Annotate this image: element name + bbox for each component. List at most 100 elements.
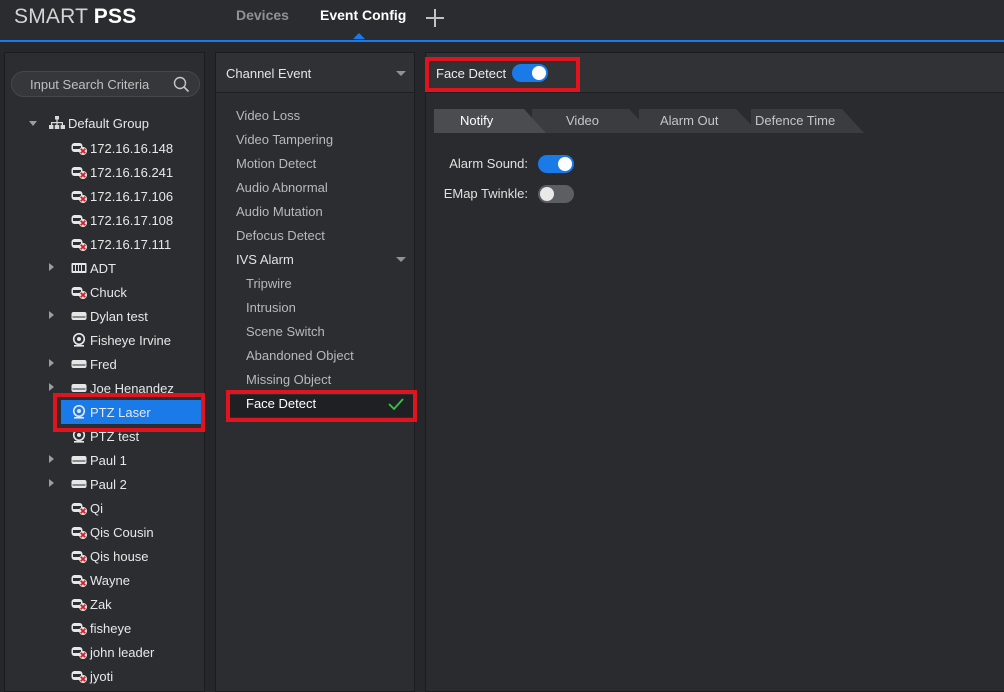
nvr-offline-icon [71,215,87,227]
expand-arrow-icon[interactable] [49,383,54,391]
tree-device-item[interactable]: Qi [71,497,103,519]
nvr-icon [71,384,87,392]
group-tree-icon [49,116,65,129]
emap-twinkle-label: EMap Twinkle: [443,186,528,201]
check-icon [388,398,404,411]
search-box [11,71,200,97]
collapse-arrow-icon[interactable] [29,120,37,126]
tab-notify[interactable]: Notify [434,109,546,133]
emap-twinkle-toggle[interactable] [538,185,574,203]
tree-device-label: Qis Cousin [90,524,154,540]
camera-icon [72,405,86,419]
tree-device-item[interactable]: 172.16.17.108 [71,209,173,231]
chevron-down-icon[interactable] [396,257,406,262]
tree-device-label: Qis house [90,548,149,564]
tree-device-label: Chuck [90,284,127,300]
event-tripwire[interactable]: Tripwire [246,276,292,291]
tree-device-item[interactable]: Fisheye Irvine [71,329,171,351]
tree-device-item[interactable]: Wayne [71,569,130,591]
tree-device-label: ADT [90,260,116,276]
nvr-offline-icon [71,647,87,659]
expand-arrow-icon[interactable] [49,263,54,271]
tree-device-item[interactable]: Chuck [71,281,127,303]
alarm-sound-toggle[interactable] [538,155,574,173]
tree-device-label: jyoti [90,668,114,684]
event-video-tampering[interactable]: Video Tampering [236,132,333,147]
device-tree-panel: Default Group 172.16.16.148 172.16.16.241… [4,52,205,692]
expand-arrow-icon[interactable] [49,311,54,319]
event-list-panel: Channel Event Video Loss Video Tampering… [215,52,415,692]
expand-arrow-icon[interactable] [49,479,54,487]
tree-device-item[interactable]: 172.16.16.148 [71,137,173,159]
dvr-icon [71,263,87,273]
nvr-offline-icon [71,671,87,683]
tab-defence-time[interactable]: Defence Time [751,109,864,133]
app-logo: SMART PSS [14,5,137,28]
tree-device-item[interactable]: 172.16.17.106 [71,185,173,207]
tree-device-item[interactable]: john leader [71,641,154,663]
tree-device-item[interactable]: 172.16.16.241 [71,161,173,183]
tree-device-item[interactable]: 172.16.17.111 [71,233,171,255]
alarm-sound-label: Alarm Sound: [449,156,528,171]
nvr-offline-icon [71,551,87,563]
tree-device-label: Joe Henandez [90,380,174,396]
face-detect-enable-toggle[interactable] [512,64,548,82]
tree-device-item[interactable]: jyoti [71,665,113,687]
channel-event-header[interactable]: Channel Event [216,53,414,93]
nvr-offline-icon [71,599,87,611]
tree-device-item[interactable]: fisheye [71,617,131,639]
tree-device-label: PTZ test [90,428,140,444]
event-group-ivs-alarm[interactable]: IVS Alarm [236,252,294,267]
tree-device-item[interactable]: Qis house [71,545,149,567]
event-motion-detect[interactable]: Motion Detect [236,156,316,171]
chevron-down-icon[interactable] [396,71,406,76]
search-input[interactable] [30,75,170,93]
event-audio-abnormal[interactable]: Audio Abnormal [236,180,328,195]
event-video-loss[interactable]: Video Loss [236,108,300,123]
nvr-icon [71,360,87,368]
tree-device-label: john leader [90,644,155,660]
nvr-icon [71,456,87,464]
tree-device-item[interactable]: Zak [71,593,112,615]
tab-video[interactable]: Video [546,109,646,133]
tree-device-label: Fred [90,356,117,372]
expand-arrow-icon[interactable] [49,359,54,367]
tab-devices[interactable]: Devices [236,7,289,23]
tree-device-label: 172.16.17.106 [90,188,174,204]
tree-device-item[interactable]: ADT [71,257,116,279]
tree-device-item[interactable]: Paul 1 [71,449,127,471]
tree-device-item[interactable]: Dylan test [71,305,148,327]
tree-root-default-group[interactable]: Default Group [29,112,149,134]
nvr-offline-icon [71,503,87,515]
tab-alarm-out[interactable]: Alarm Out [646,109,751,133]
nvr-offline-icon [71,167,87,179]
nvr-offline-icon [71,143,87,155]
event-abandoned-object[interactable]: Abandoned Object [246,348,354,363]
tree-device-item[interactable]: Qis Cousin [71,521,154,543]
event-audio-mutation[interactable]: Audio Mutation [236,204,323,219]
tree-device-item[interactable]: Joe Henandez [71,377,174,399]
event-intrusion[interactable]: Intrusion [246,300,296,315]
tree-device-item[interactable]: Fred [71,353,117,375]
event-defocus-detect[interactable]: Defocus Detect [236,228,325,243]
tree-device-label: Fisheye Irvine [90,332,171,348]
tree-device-label: 172.16.16.148 [90,140,174,156]
plus-icon[interactable] [425,8,445,28]
nvr-icon [71,480,87,488]
event-scene-switch[interactable]: Scene Switch [246,324,325,339]
tree-device-label: Wayne [90,572,130,588]
tab-event-config[interactable]: Event Config [320,7,406,23]
config-title: Face Detect [436,66,507,81]
tree-root-label: Default Group [68,115,149,131]
tree-device-label: Paul 1 [90,452,127,468]
event-missing-object[interactable]: Missing Object [246,372,331,387]
event-face-detect[interactable]: Face Detect [246,396,316,411]
search-icon[interactable] [173,76,190,93]
tree-device-item[interactable]: Paul 2 [71,473,127,495]
tree-device-item[interactable]: PTZ test [71,425,139,447]
tree-device-label: fisheye [90,620,132,636]
tree-device-label: 172.16.16.241 [90,164,174,180]
top-bar: SMART PSS Devices Event Config [0,0,1004,42]
tree-device-item[interactable]: PTZ Laser [71,401,151,423]
expand-arrow-icon[interactable] [49,455,54,463]
